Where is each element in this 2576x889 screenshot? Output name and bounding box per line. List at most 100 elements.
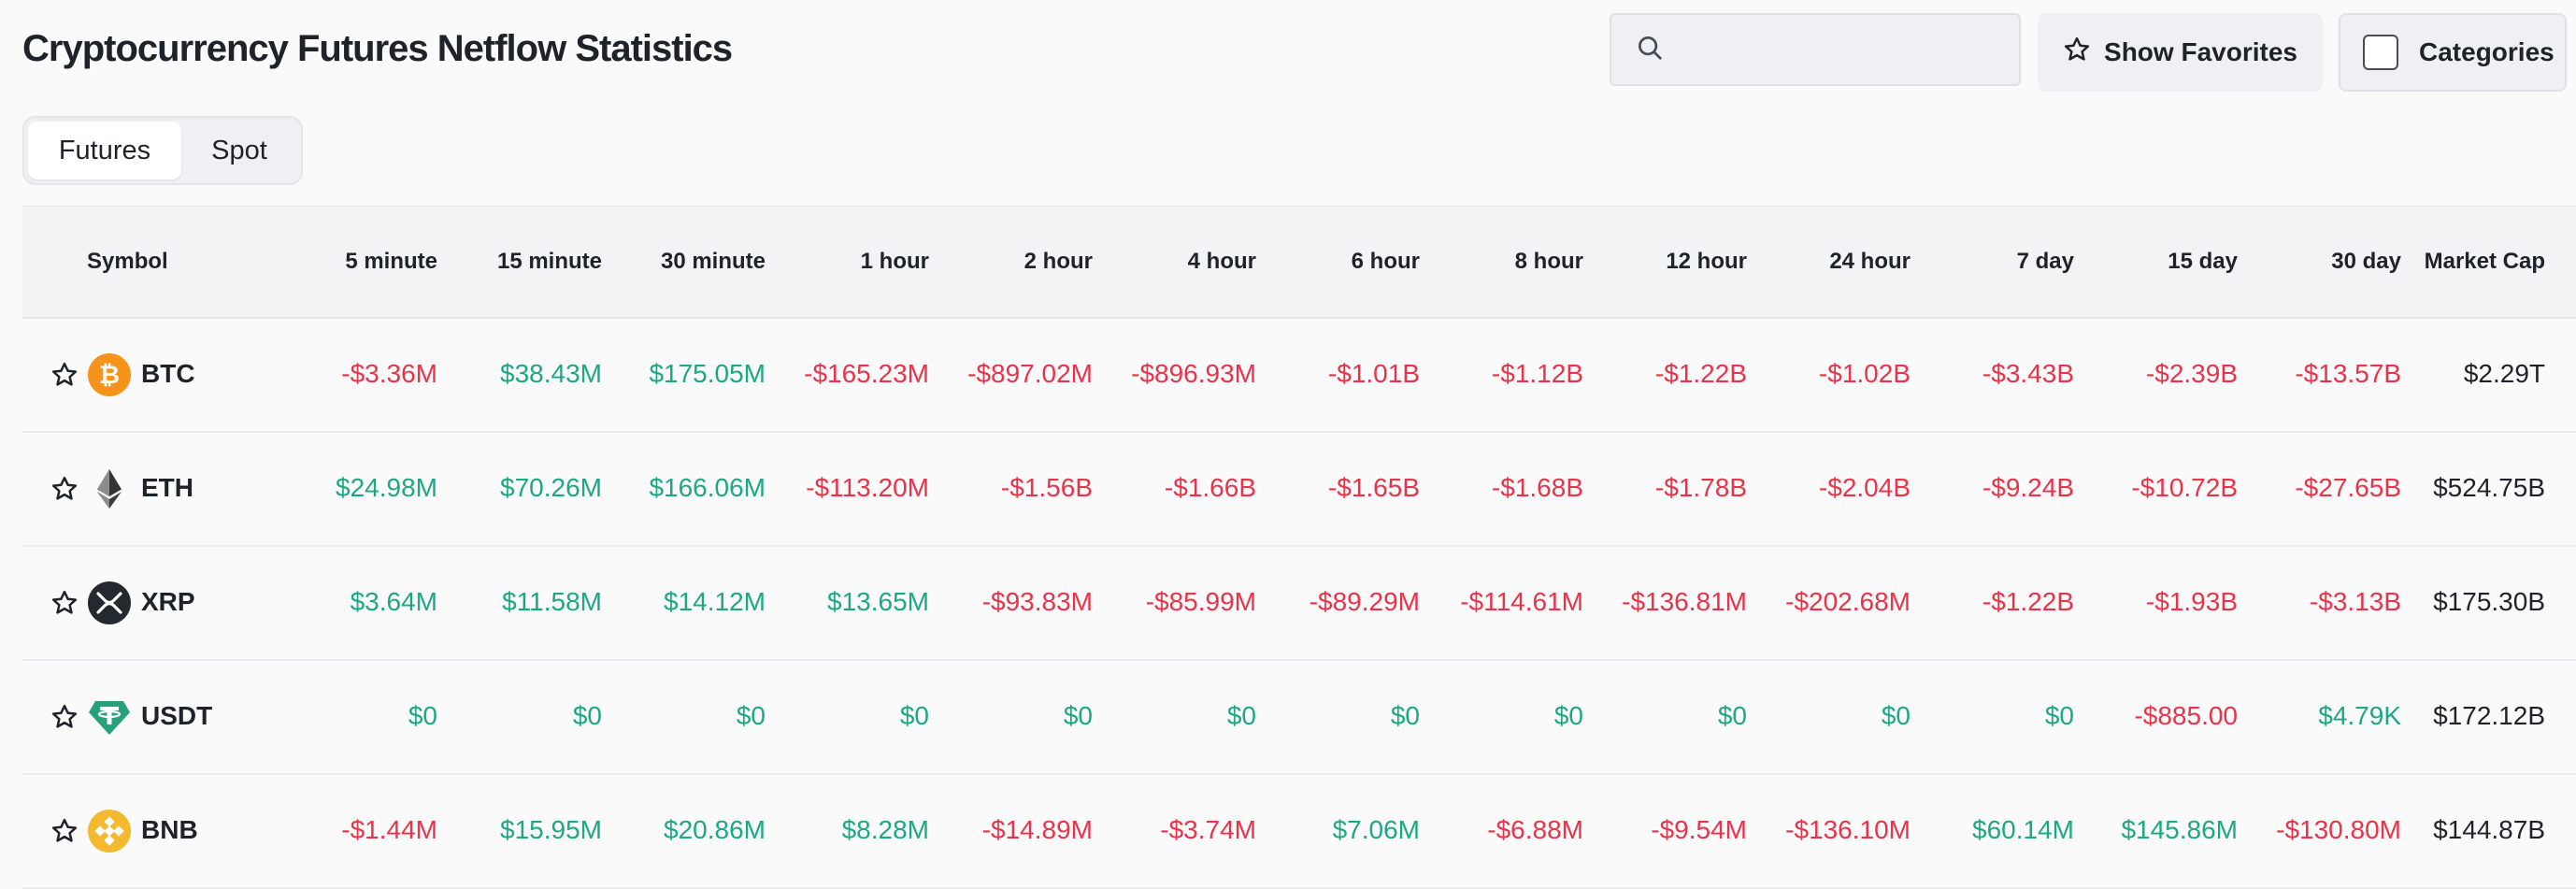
market-cap-cell: $175.30B [2433,587,2545,616]
netflow-cell: $0 [1881,701,1911,730]
netflow-cell: -$130.80M [2276,815,2401,844]
netflow-cell: $166.06M [649,473,766,502]
coin-symbol[interactable]: BNB [141,775,198,885]
market-cap-cell: $2.29T [2463,359,2545,388]
table-row[interactable]: ETH $24.98M $70.26M $166.06M -$113.20M -$1.56… [22,433,2576,547]
netflow-cell: -$1.78B [1654,473,1747,502]
netflow-cell: -$14.89M [981,815,1093,844]
usdt-icon [88,695,131,738]
netflow-cell: -$3.36M [341,359,437,388]
netflow-cell: $24.98M [336,473,437,502]
tab-futures[interactable]: Futures [28,122,181,179]
coin-symbol[interactable]: XRP [141,547,195,657]
column-header[interactable]: 15 day [2168,207,2238,317]
netflow-cell: $0 [1553,701,1583,730]
netflow-cell: -$10.72B [2131,473,2238,502]
categories-label: Categories [2419,37,2555,66]
netflow-cell: -$114.61M [1460,587,1583,616]
search-input[interactable] [1677,34,2019,65]
netflow-cell: -$885.00 [2134,701,2238,730]
table-row[interactable]: XRP $3.64M $11.58M $14.12M $13.65M -$93.83M -$… [22,547,2576,661]
column-header[interactable]: 8 hour [1515,207,1583,317]
netflow-cell: $13.65M [827,587,929,616]
netflow-cell: $14.12M [664,587,766,616]
netflow-cell: $11.58M [502,587,602,616]
column-header[interactable]: 30 minute [661,207,766,317]
netflow-cell: -$2.04B [1818,473,1911,502]
netflow-cell: $0 [736,701,766,730]
xrp-icon [88,581,131,624]
netflow-cell: $0 [572,701,602,730]
favorite-star-icon[interactable] [50,817,79,845]
netflow-cell: -$9.54M [1651,815,1747,844]
search-box[interactable] [1610,13,2021,86]
netflow-cell: -$3.74M [1160,815,1256,844]
netflow-cell: -$13.57B [2295,359,2401,388]
market-cap-cell: $172.12B [2433,701,2545,730]
netflow-cell: -$136.81M [1622,587,1747,616]
netflow-cell: $0 [408,701,437,730]
netflow-cell: -$1.68B [1491,473,1583,502]
coin-symbol[interactable]: USDT [141,661,212,771]
categories-checkbox[interactable] [2363,35,2398,70]
netflow-cell: $175.05M [649,359,766,388]
netflow-cell: $7.06M [1332,815,1420,844]
netflow-cell: $15.95M [500,815,602,844]
table-row[interactable]: BNB -$1.44M $15.95M $20.86M $8.28M -$14.89M -$… [22,775,2576,889]
favorite-star-icon[interactable] [50,589,79,617]
search-icon [1636,34,1664,66]
tab-spot[interactable]: Spot [181,122,297,179]
column-header[interactable]: 2 hour [1024,207,1093,317]
netflow-cell: $70.26M [500,473,602,502]
favorite-star-icon[interactable] [50,361,79,389]
column-header-symbol[interactable]: Symbol [87,207,168,317]
column-header[interactable]: 7 day [2017,207,2074,317]
netflow-cell: $4.79K [2318,701,2401,730]
favorite-star-icon[interactable] [50,475,79,503]
column-header[interactable]: 1 hour [861,207,929,317]
coin-symbol[interactable]: ETH [141,433,193,543]
netflow-cell: $0 [1390,701,1420,730]
netflow-cell: -$1.93B [2145,587,2238,616]
netflow-cell: -$3.13B [2309,587,2401,616]
favorite-star-icon[interactable] [50,703,79,731]
netflow-cell: $3.64M [350,587,437,616]
netflow-cell: -$1.22B [1982,587,2074,616]
netflow-cell: -$93.83M [981,587,1093,616]
bnb-icon [88,810,131,853]
netflow-cell: -$1.22B [1654,359,1747,388]
market-cap-cell: $144.87B [2433,815,2545,844]
netflow-cell: -$1.65B [1327,473,1420,502]
column-header[interactable]: 12 hour [1666,207,1747,317]
star-icon [2063,36,2091,70]
column-header[interactable]: Market Cap [2425,207,2545,317]
btc-icon: ₿ [88,353,131,396]
show-favorites-button[interactable]: Show Favorites [2038,13,2323,92]
netflow-cell: -$9.24B [1982,473,2074,502]
netflow-cell: -$1.02B [1818,359,1911,388]
netflow-cell: -$1.01B [1327,359,1420,388]
netflow-cell: -$1.66B [1164,473,1256,502]
netflow-cell: $0 [2044,701,2074,730]
eth-icon [88,467,131,510]
coin-symbol[interactable]: BTC [141,319,195,429]
netflow-cell: $145.86M [2121,815,2238,844]
column-header[interactable]: 6 hour [1352,207,1420,317]
column-header[interactable]: 24 hour [1829,207,1911,317]
market-cap-cell: $524.75B [2433,473,2545,502]
table-row[interactable]: ₿ BTC -$3.36M $38.43M $175.05M -$165.23M -$897… [22,319,2576,433]
column-header[interactable]: 30 day [2331,207,2401,317]
netflow-cell: -$1.56B [1000,473,1093,502]
column-header[interactable]: 4 hour [1188,207,1256,317]
page-title: Cryptocurrency Futures Netflow Statistic… [22,28,733,69]
categories-button[interactable]: Categories [2339,13,2567,92]
column-header[interactable]: 5 minute [345,207,437,317]
table-header: Symbol 5 minute 15 minute 30 minute 1 hour 2 … [22,206,2576,319]
netflow-cell: $60.14M [1972,815,2074,844]
column-header[interactable]: 15 minute [497,207,602,317]
netflow-cell: $0 [1226,701,1256,730]
table-row[interactable]: USDT $0 $0 $0 $0 $0 $0 $0 $0 $0 $0 $0 -$885.00 $4.79K… [22,661,2576,775]
netflow-cell: $0 [1717,701,1747,730]
netflow-cell: -$136.10M [1785,815,1911,844]
netflow-cell: -$1.44M [341,815,437,844]
